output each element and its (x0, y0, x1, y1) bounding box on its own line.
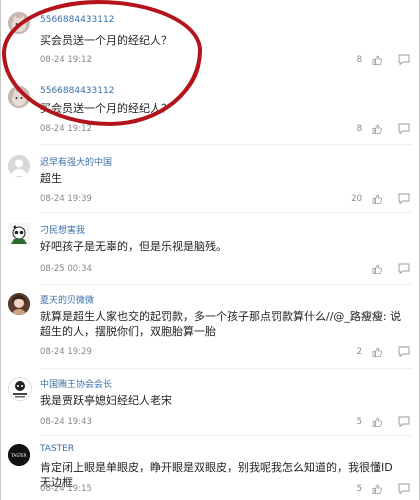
comment-text: 买会员送一个月的经纪人？ (40, 102, 172, 115)
comment-username[interactable]: 刁民想害我 (40, 223, 85, 236)
cat-avatar-icon[interactable] (8, 86, 30, 108)
comment-username[interactable]: 5566884433112 (40, 15, 114, 25)
comment-item: 5566884433112 买会员送一个月的经纪人？ 08-24 19:12 8 (0, 72, 420, 144)
comment-time: 08-24 19:39 (40, 194, 92, 204)
cat-avatar-icon[interactable] (8, 12, 30, 34)
comment-text: 就算是超生人家也交的起罚款，多一个孩子那点罚款算什么//@_路瘦瘦: 说超生的人… (40, 310, 402, 338)
comment-time: 08-24 19:12 (40, 55, 92, 65)
reply-icon[interactable] (398, 54, 410, 65)
like-count: 5 (356, 484, 362, 494)
comment-text: 我是贾跃亭媳妇经纪人老宋 (40, 394, 172, 407)
comment-time: 08-24 19:12 (40, 124, 92, 134)
comment-text: 好吧孩子是无辜的，但是乐视是脑残。 (40, 240, 227, 253)
like-count: 2 (356, 347, 362, 357)
thumbs-up-icon[interactable] (372, 194, 382, 204)
comment-time: 08-24 19:29 (40, 347, 92, 357)
comment-username[interactable]: 5566884433112 (40, 86, 114, 96)
comment-text: 买会员送一个月的经纪人？ (40, 34, 172, 47)
generic-avatar-icon[interactable] (8, 155, 30, 177)
meme-avatar-icon[interactable] (8, 377, 32, 401)
comment-username[interactable]: 中国贿王协会会长 (40, 377, 112, 390)
thumbs-up-icon[interactable] (372, 347, 382, 357)
taster-logo-text: TASTER (10, 453, 26, 458)
comment-username[interactable]: 迟早有强大的中国 (40, 155, 112, 168)
like-count: 20 (351, 194, 362, 204)
taster-avatar-icon[interactable]: TASTER (8, 444, 30, 466)
like-count: 8 (356, 124, 362, 134)
reply-icon[interactable] (398, 483, 410, 494)
comment-item: 5566884433112 买会员送一个月的经纪人？ 08-24 19:12 8 (0, 0, 420, 72)
comment-item: TASTER TASTER 肯定闭上眼是单眼皮，睁开眼是双眼皮，别我呢我怎么知道… (0, 436, 420, 500)
comment-item: 中国贿王协会会长 我是贾跃亭媳妇经纪人老宋 08-24 19:43 5 (0, 369, 420, 435)
like-count: 5 (356, 417, 362, 427)
comment-item: 迟早有强大的中国 超生 08-24 19:39 20 (0, 145, 420, 213)
reply-icon[interactable] (398, 263, 410, 274)
comment-username[interactable]: 夏天的贝微微 (40, 293, 94, 306)
thumbs-up-icon[interactable] (372, 124, 382, 134)
comment-time: 08-24 19:15 (40, 484, 92, 494)
reply-icon[interactable] (398, 193, 410, 204)
comment-text: 超生 (40, 172, 62, 185)
comment-username[interactable]: TASTER (40, 444, 74, 454)
comment-time: 08-24 19:43 (40, 417, 92, 427)
cartoon-avatar-icon[interactable] (8, 223, 30, 245)
comment-item: 刁民想害我 好吧孩子是无辜的，但是乐视是脑残。 08-25 00:34 (0, 213, 420, 285)
reply-icon[interactable] (398, 123, 410, 134)
reply-icon[interactable] (398, 346, 410, 357)
comment-time: 08-25 00:34 (40, 264, 92, 274)
girl-avatar-icon[interactable] (8, 293, 30, 315)
thumbs-up-icon[interactable] (372, 484, 382, 494)
like-count: 8 (356, 55, 362, 65)
thumbs-up-icon[interactable] (372, 55, 382, 65)
reply-icon[interactable] (398, 416, 410, 427)
thumbs-up-icon[interactable] (372, 264, 382, 274)
comment-item: 夏天的贝微微 就算是超生人家也交的起罚款，多一个孩子那点罚款算什么//@_路瘦瘦… (0, 285, 420, 369)
thumbs-up-icon[interactable] (372, 417, 382, 427)
